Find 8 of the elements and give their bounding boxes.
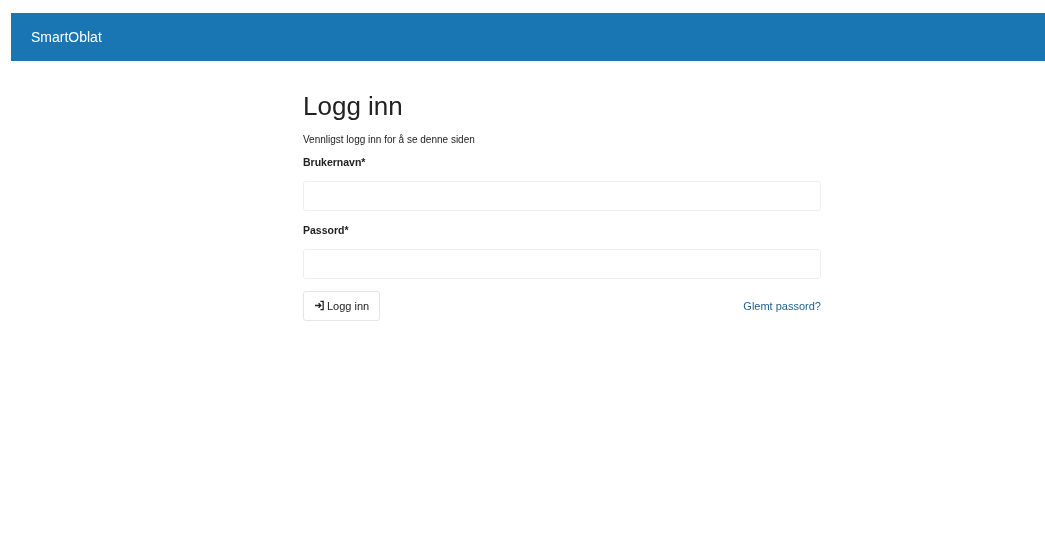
- field-label: Passord*: [303, 222, 350, 238]
- forgot-password-link[interactable]: Glemt passord?: [743, 297, 821, 315]
- login-button[interactable]: Logg inn: [303, 290, 381, 322]
- field-label: Brukernavn*: [303, 155, 367, 171]
- page-title: Logg inn: [303, 91, 404, 123]
- instruction-text: Vennligst logg inn for å se denne siden: [303, 133, 476, 148]
- sign-in-icon: [314, 300, 325, 312]
- brand-link[interactable]: SmartOblat: [31, 26, 102, 48]
